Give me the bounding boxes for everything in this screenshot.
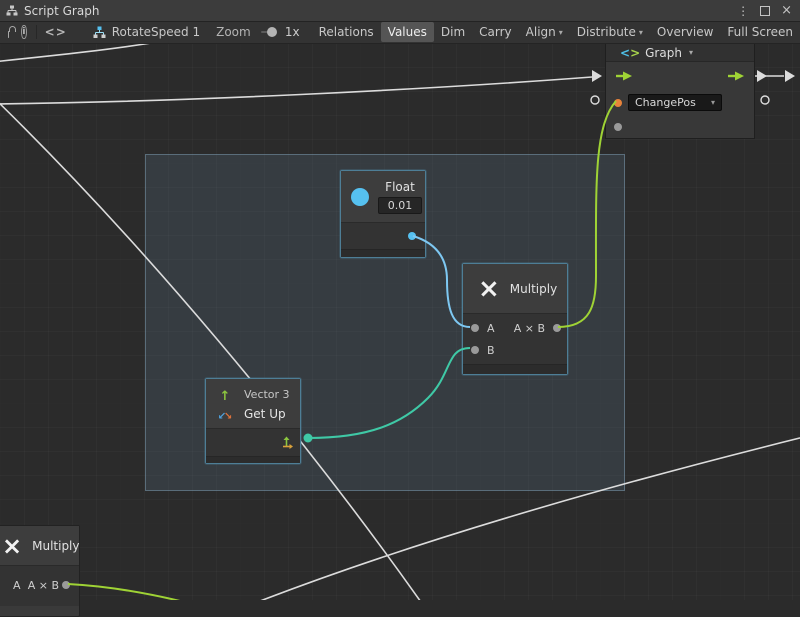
get-up-node-body bbox=[206, 429, 300, 456]
close-icon[interactable]: × bbox=[781, 4, 792, 17]
graph-inspector-panel: <> Graph ▾ ChangePos ▾ bbox=[605, 43, 755, 139]
get-up-node-header: ↑ Vector 3 ↙↘ Get Up bbox=[206, 379, 300, 429]
graph-flow-row bbox=[606, 62, 754, 90]
chevron-down-icon: ▾ bbox=[559, 28, 563, 37]
script-graph-icon bbox=[6, 5, 18, 17]
multiply-node-header: × Multiply bbox=[463, 264, 567, 314]
zoom-slider[interactable] bbox=[261, 31, 276, 33]
window-controls: ⋮ × bbox=[737, 0, 792, 21]
multiply-row-b: B bbox=[463, 339, 567, 361]
get-up-node-footer bbox=[206, 456, 300, 463]
toolbar-button-align-label: Align bbox=[526, 25, 556, 39]
window-titlebar[interactable]: Script Graph ⋮ × bbox=[0, 0, 800, 22]
info-icon[interactable]: i bbox=[21, 25, 26, 39]
multiply-node-partial[interactable]: × Multiply A A × B bbox=[0, 525, 80, 617]
get-up-type-label: Vector 3 bbox=[244, 388, 290, 401]
multiply-output-label: A × B bbox=[514, 322, 545, 335]
flow-output-arrow-icon[interactable] bbox=[726, 70, 746, 82]
float-node-footer bbox=[341, 249, 425, 257]
zoom-value: 1x bbox=[285, 25, 300, 39]
multiply-row-a: A A × B bbox=[463, 317, 567, 339]
edit-source-icon[interactable]: <> bbox=[45, 25, 67, 39]
graph-toolbar: i <> RotateSpeed 1 Zoom 1x Relations Val… bbox=[0, 21, 800, 44]
toolbar-button-relations[interactable]: Relations bbox=[312, 22, 381, 42]
multiply-icon: × bbox=[478, 276, 500, 302]
variable-port-dot[interactable] bbox=[614, 99, 622, 107]
multiply2-node-body: A A × B bbox=[0, 566, 79, 606]
chevron-down-icon: ▾ bbox=[711, 98, 715, 107]
angle-right-icon: > bbox=[630, 46, 640, 60]
graph-variable-row: ChangePos ▾ bbox=[606, 90, 754, 115]
multiply2-row-a: A A × B bbox=[0, 574, 79, 596]
graph-breadcrumb[interactable]: RotateSpeed 1 bbox=[93, 25, 200, 39]
multiply-icon: × bbox=[2, 534, 22, 558]
get-up-node-title: Get Up bbox=[244, 407, 286, 421]
extra-port-dot[interactable] bbox=[614, 123, 622, 131]
multiply-node-body: A A × B B bbox=[463, 314, 567, 364]
toolbar-button-fullscreen[interactable]: Full Screen bbox=[720, 22, 800, 42]
float-type-icon bbox=[351, 188, 369, 206]
vector3-output-icon[interactable] bbox=[280, 436, 293, 449]
multiply-node-footer bbox=[463, 364, 567, 374]
toolbar-button-overview[interactable]: Overview bbox=[650, 22, 721, 42]
visual-script-icon: <> bbox=[620, 46, 640, 60]
get-up-node[interactable]: ↑ Vector 3 ↙↘ Get Up bbox=[205, 378, 301, 464]
multiply-node[interactable]: × Multiply A A × B B bbox=[462, 263, 568, 375]
toolbar-button-align[interactable]: Align ▾ bbox=[519, 22, 570, 42]
float-value-field[interactable]: 0.01 bbox=[378, 197, 422, 214]
multiply2-node-header: × Multiply bbox=[0, 526, 79, 566]
window-menu-icon[interactable]: ⋮ bbox=[737, 5, 749, 17]
multiply-input-b-label: B bbox=[487, 344, 495, 357]
multiply-input-a-label: A bbox=[487, 322, 495, 335]
maximize-icon[interactable] bbox=[760, 6, 770, 16]
get-arrow-right-icon: ↘ bbox=[224, 411, 232, 422]
float-node-header: Float 0.01 bbox=[341, 171, 425, 223]
toolbar-button-carry[interactable]: Carry bbox=[472, 22, 519, 42]
multiply2-output-label: A × B bbox=[28, 579, 59, 592]
float-node[interactable]: Float 0.01 bbox=[340, 170, 426, 258]
toolbar-button-distribute[interactable]: Distribute ▾ bbox=[570, 22, 650, 42]
lock-icon[interactable] bbox=[8, 31, 9, 38]
window-title: Script Graph bbox=[24, 4, 99, 18]
chevron-down-icon: ▾ bbox=[639, 28, 643, 37]
zoom-slider-handle[interactable] bbox=[267, 27, 277, 37]
graph-panel-header[interactable]: <> Graph ▾ bbox=[606, 44, 754, 62]
multiply-output-port[interactable] bbox=[553, 324, 561, 332]
multiply-node-title: Multiply bbox=[510, 282, 557, 296]
angle-left-icon: < bbox=[620, 46, 630, 60]
variable-dropdown[interactable]: ChangePos ▾ bbox=[628, 94, 722, 111]
float-node-title: Float bbox=[385, 180, 415, 194]
flow-input-arrow-icon[interactable] bbox=[614, 70, 634, 82]
graph-breadcrumb-label: RotateSpeed 1 bbox=[112, 25, 200, 39]
float-node-body bbox=[341, 223, 425, 249]
graph-extra-port-row bbox=[606, 115, 754, 139]
zoom-label: Zoom bbox=[216, 25, 251, 39]
multiply2-output-port[interactable] bbox=[62, 581, 70, 589]
variable-dropdown-value: ChangePos bbox=[635, 96, 696, 109]
multiply-input-a-port[interactable] bbox=[471, 324, 479, 332]
multiply-input-b-port[interactable] bbox=[471, 346, 479, 354]
toolbar-button-dim[interactable]: Dim bbox=[434, 22, 472, 42]
multiply2-node-title: Multiply bbox=[32, 539, 79, 553]
chevron-down-icon[interactable]: ▾ bbox=[689, 48, 693, 57]
toolbar-buttons: Relations Values Dim Carry Align ▾ Distr… bbox=[312, 22, 800, 42]
toolbar-button-values[interactable]: Values bbox=[381, 22, 434, 42]
multiply2-input-a-label: A bbox=[13, 579, 21, 592]
graph-asset-icon bbox=[93, 26, 106, 39]
toolbar-button-distribute-label: Distribute bbox=[577, 25, 636, 39]
vector3-up-arrow-icon: ↑ bbox=[220, 389, 231, 404]
float-output-port[interactable] bbox=[408, 232, 416, 240]
graph-panel-title: Graph bbox=[645, 46, 682, 60]
